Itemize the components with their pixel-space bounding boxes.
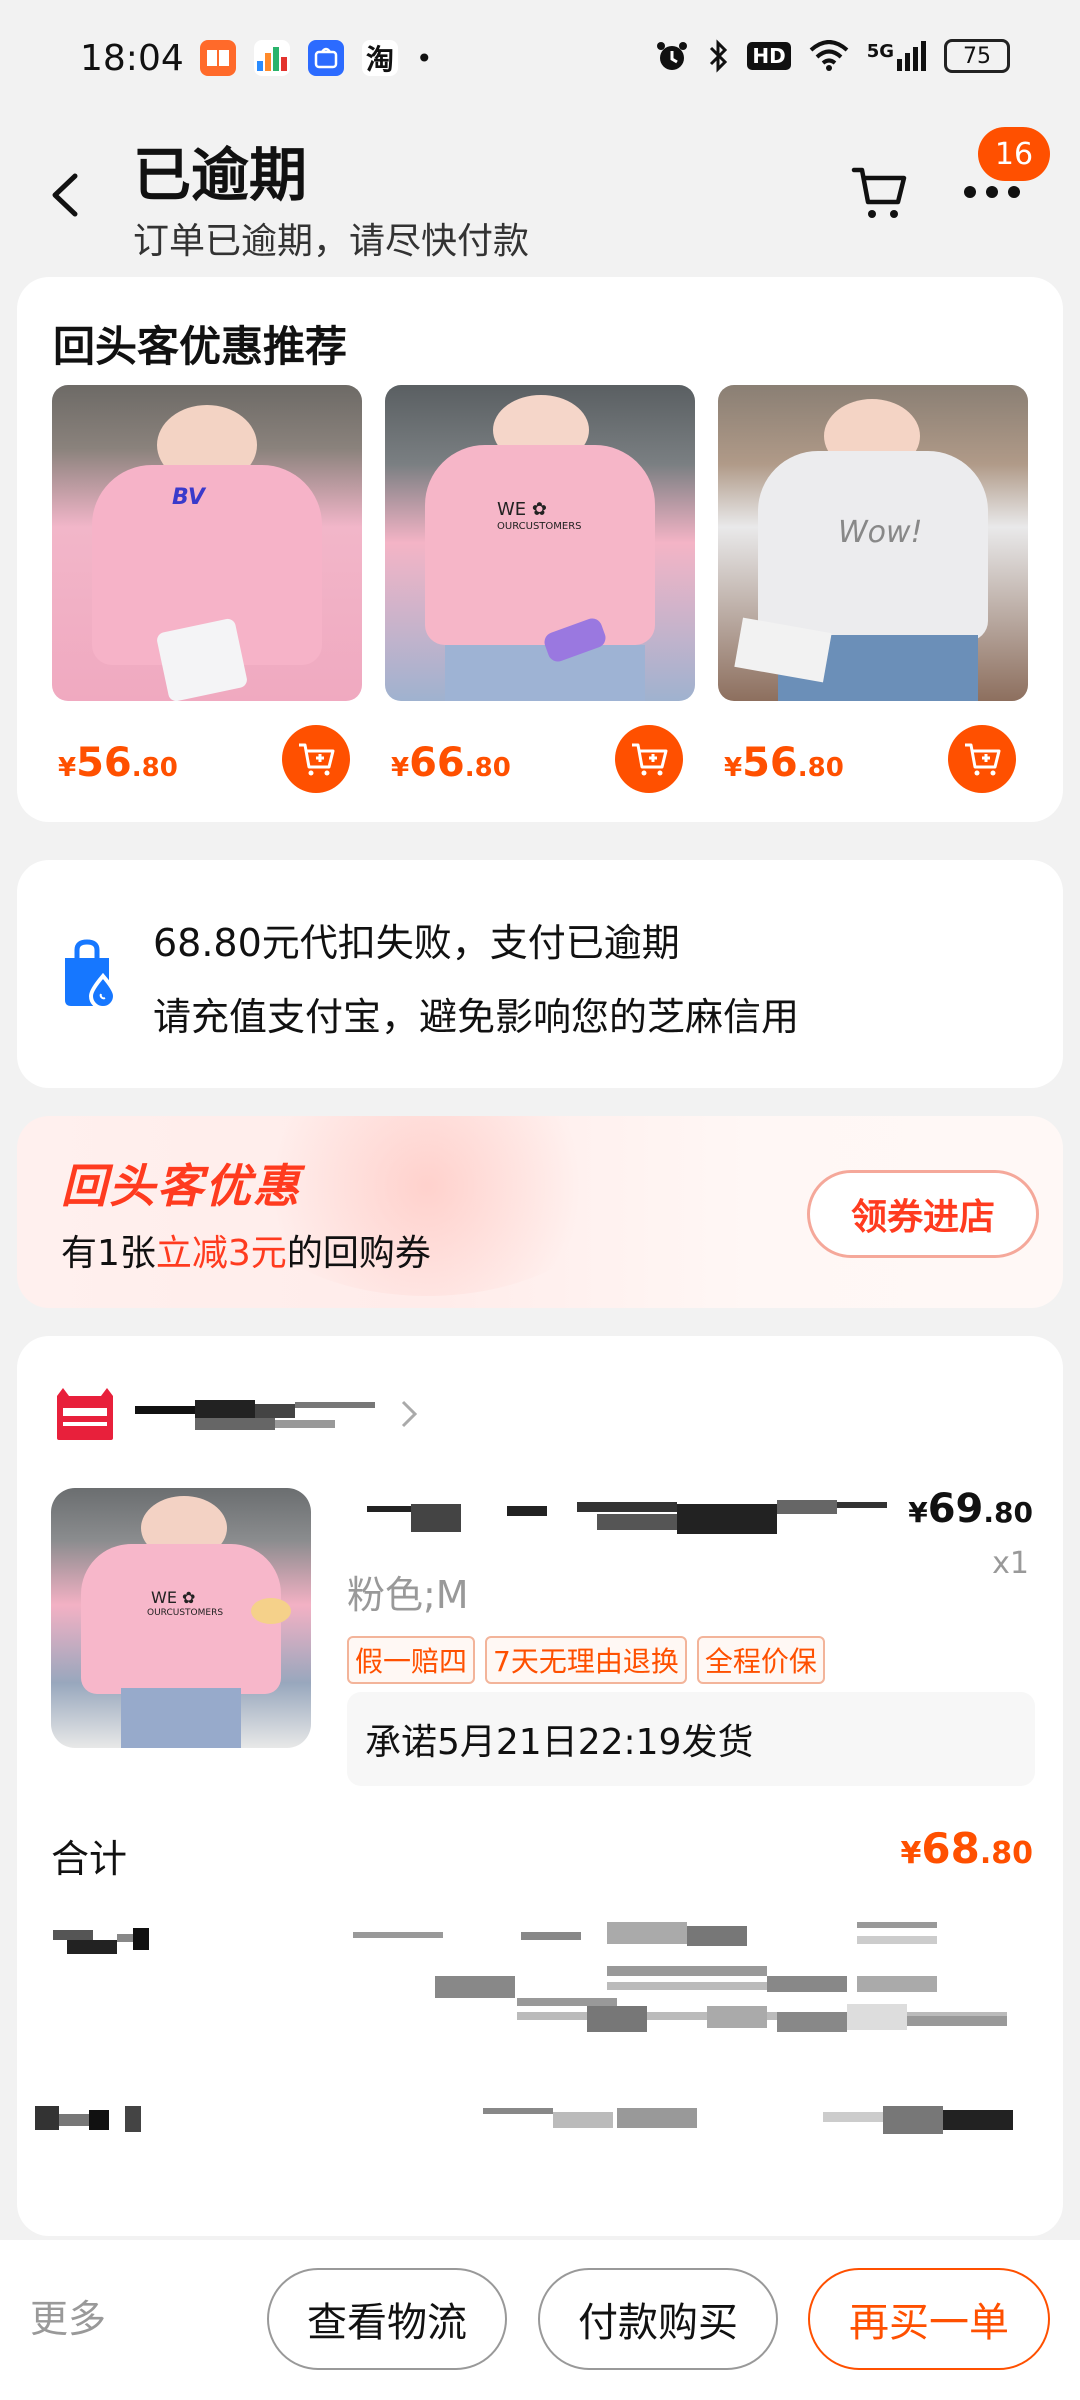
status-app-icons: 淘 •	[200, 40, 433, 76]
bottom-action-bar: 更多 查看物流 付款购买 再买一单	[0, 2240, 1080, 2400]
shipping-promise: 承诺5月21日22:19发货	[347, 1692, 1035, 1786]
total-amount: ¥68.80	[900, 1824, 1033, 1873]
recommend-title: 回头客优惠推荐	[53, 322, 348, 371]
notification-dot: •	[416, 41, 433, 75]
alipay-wallet-icon	[65, 939, 118, 1010]
product-sku: 粉色;M	[347, 1573, 469, 1617]
recommend-item[interactable]: WE ✿ OURCUSTOMERS ¥66.80	[385, 385, 695, 793]
buy-again-button[interactable]: 再买一单	[808, 2268, 1050, 2370]
recommend-item[interactable]: Wow! ¥56.80	[718, 385, 1028, 793]
message-count-badge: 16	[978, 127, 1050, 181]
header: 已逾期 订单已逾期，请尽快付款 16	[0, 120, 1080, 270]
page-title: 已逾期	[133, 141, 308, 209]
back-arrow-icon[interactable]	[45, 160, 85, 230]
wifi-icon	[809, 40, 849, 71]
total-label: 合计	[51, 1837, 128, 1881]
battery-indicator: 75	[944, 39, 1010, 73]
product-image[interactable]: WE ✿ OURCUSTOMERS	[385, 385, 695, 701]
tmall-shop-icon[interactable]	[53, 1386, 117, 1442]
hd-icon: HD	[747, 42, 791, 70]
chevron-right-icon[interactable]	[397, 1394, 421, 1434]
add-to-cart-button[interactable]	[282, 725, 350, 793]
order-product-image[interactable]: WE ✿ OURCUSTOMERS	[51, 1488, 311, 1748]
service-tags: 假一赔四 7天无理由退换 全程价保	[347, 1636, 825, 1684]
order-card: WE ✿ OURCUSTOMERS ¥69.80 x1 粉色;M 假一赔四 7天…	[17, 1336, 1063, 2236]
signal-icon: 5G	[867, 41, 926, 71]
returning-customer-promo: 回头客优惠 有1张立减3元的回购券 领券进店	[17, 1116, 1063, 1308]
cart-icon[interactable]	[850, 162, 910, 222]
claim-coupon-button[interactable]: 领券进店	[807, 1170, 1039, 1258]
add-to-cart-button[interactable]	[615, 725, 683, 793]
pay-button[interactable]: 付款购买	[538, 2268, 778, 2370]
page-subtitle: 订单已逾期，请尽快付款	[133, 221, 530, 262]
status-right: HD 5G 75	[655, 38, 1010, 74]
recommend-card: 回头客优惠推荐 BV ¥56.80 WE ✿ OURCUSTOMERS ¥66.…	[17, 277, 1063, 822]
books-app-icon	[200, 40, 236, 76]
recommend-price: ¥56.80	[724, 740, 844, 786]
alarm-icon	[657, 42, 688, 70]
shop-name-redacted[interactable]	[135, 1392, 375, 1436]
more-actions-link[interactable]: 更多	[30, 2288, 106, 2343]
product-quantity: x1	[992, 1546, 1029, 1581]
status-time: 18:04	[80, 38, 184, 79]
promo-title: 回头客优惠	[61, 1159, 301, 1213]
taobao-app-icon: 淘	[362, 40, 398, 76]
notice-line-2: 请充值支付宝，避免影响您的芝麻信用	[153, 995, 800, 1039]
cart-plus-icon	[632, 743, 668, 776]
view-logistics-button[interactable]: 查看物流	[267, 2268, 507, 2370]
cart-plus-icon	[299, 743, 335, 776]
recommend-price: ¥66.80	[391, 740, 511, 786]
status-bar: 18:04 淘 • HD 5G 75	[0, 0, 1080, 120]
service-tag: 假一赔四	[347, 1636, 476, 1684]
service-tag: 全程价保	[696, 1636, 825, 1684]
payment-overdue-notice[interactable]: 68.80元代扣失败，支付已逾期 请充值支付宝，避免影响您的芝麻信用	[17, 860, 1063, 1088]
cart-plus-icon	[965, 743, 1001, 776]
product-title-redacted[interactable]	[367, 1494, 887, 1542]
recommend-item[interactable]: BV ¥56.80	[52, 385, 362, 793]
store-app-icon	[308, 40, 344, 76]
notice-line-1: 68.80元代扣失败，支付已逾期	[153, 921, 680, 965]
add-to-cart-button[interactable]	[948, 725, 1016, 793]
product-price: ¥69.80	[908, 1486, 1033, 1532]
recommend-price: ¥56.80	[58, 740, 178, 786]
service-tag: 7天无理由退换	[485, 1636, 687, 1684]
chart-app-icon	[254, 40, 290, 76]
bluetooth-icon	[710, 39, 728, 73]
product-image[interactable]: Wow!	[718, 385, 1028, 701]
network-label: 5G	[866, 41, 894, 62]
product-image[interactable]: BV	[52, 385, 362, 701]
promo-description: 有1张立减3元的回购券	[61, 1233, 431, 1274]
